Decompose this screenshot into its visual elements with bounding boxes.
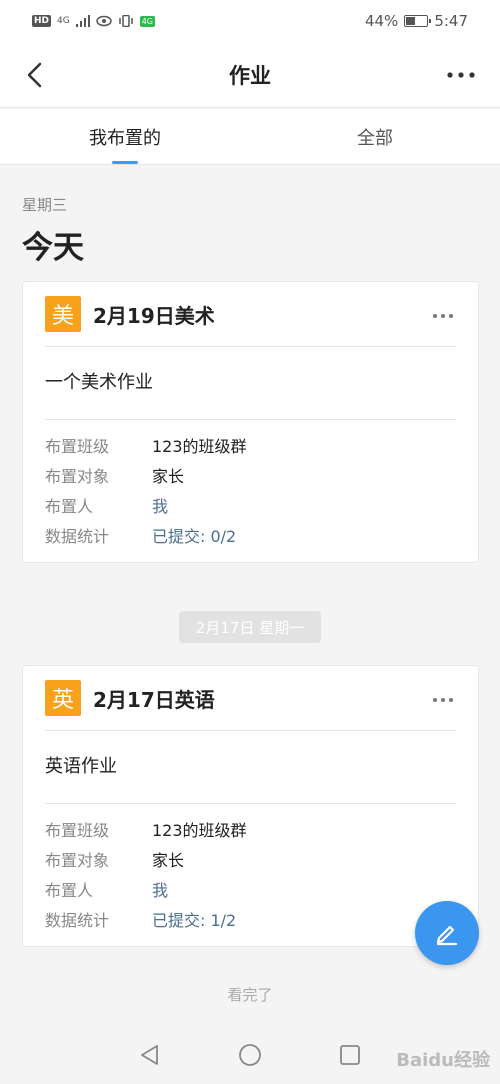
chevron-left-icon[interactable] xyxy=(22,60,52,90)
clock: 5:47 xyxy=(434,12,468,30)
info-label: 布置人 xyxy=(45,497,94,516)
info-label: 数据统计 xyxy=(45,911,110,930)
nav-bar: 作业 xyxy=(0,42,500,108)
info-row-class: 布置班级 123的班级群 xyxy=(45,814,456,844)
info-value[interactable]: 我 xyxy=(152,493,168,517)
info-label: 布置人 xyxy=(45,881,94,900)
info-label: 布置班级 xyxy=(45,821,110,840)
info-row-assigner: 布置人 我 xyxy=(45,490,456,520)
info-value[interactable]: 已提交: 1/2 xyxy=(152,907,236,931)
subject-badge: 英 xyxy=(45,680,81,716)
more-horizontal-icon[interactable] xyxy=(432,690,454,710)
create-homework-button[interactable] xyxy=(415,901,479,965)
date-separator: 2月17日 星期一 xyxy=(179,611,321,643)
today-heading: 今天 xyxy=(22,230,84,266)
battery-fill xyxy=(406,17,416,25)
homework-card[interactable]: 美 2月19日美术 一个美术作业 布置班级 123的班级群 布置对象 家长 布置… xyxy=(22,281,479,563)
pencil-icon xyxy=(436,925,458,946)
info-row-stats: 数据统计 已提交: 0/2 xyxy=(45,520,456,550)
info-label: 数据统计 xyxy=(45,527,110,546)
baidu-watermark: Baidu经验 xyxy=(396,1050,490,1071)
tab-all[interactable]: 全部 xyxy=(250,109,500,164)
weekday-label: 星期三 xyxy=(22,196,68,214)
status-right: 44% 5:47 xyxy=(365,12,468,30)
recents-square-icon[interactable] xyxy=(338,1043,362,1067)
info-row-target: 布置对象 家长 xyxy=(45,844,456,874)
info-label: 布置对象 xyxy=(45,851,110,870)
more-horizontal-icon[interactable] xyxy=(446,63,476,87)
network-chip: 4G xyxy=(139,15,156,27)
info-label: 布置班级 xyxy=(45,437,110,456)
vibrate-icon xyxy=(118,15,133,27)
info-row-class: 布置班级 123的班级群 xyxy=(45,430,456,460)
info-row-stats: 数据统计 已提交: 1/2 xyxy=(45,904,456,934)
card-description: 一个美术作业 xyxy=(45,372,153,393)
info-list: 布置班级 123的班级群 布置对象 家长 布置人 我 数据统计 已提交: 0/2 xyxy=(23,420,478,562)
signal-icon xyxy=(75,15,90,27)
info-value: 家长 xyxy=(152,851,185,870)
page-title: 作业 xyxy=(229,63,271,88)
tab-bar: 我布置的 全部 xyxy=(0,109,500,165)
card-header: 英 2月17日英语 xyxy=(23,666,478,730)
eye-icon xyxy=(95,15,112,27)
info-row-target: 布置对象 家长 xyxy=(45,460,456,490)
info-label: 布置对象 xyxy=(45,467,110,486)
home-circle-icon[interactable] xyxy=(238,1043,262,1067)
tab-assigned-by-me[interactable]: 我布置的 xyxy=(0,109,250,164)
status-bar: HD 4G 4G 44% 5:47 xyxy=(0,0,500,42)
info-value[interactable]: 我 xyxy=(152,877,168,901)
subject-badge: 美 xyxy=(45,296,81,332)
card-title: 2月19日美术 xyxy=(93,303,215,328)
info-value[interactable]: 已提交: 0/2 xyxy=(152,523,236,547)
card-description: 英语作业 xyxy=(45,756,117,777)
info-list: 布置班级 123的班级群 布置对象 家长 布置人 我 数据统计 已提交: 1/2 xyxy=(23,804,478,946)
homework-card[interactable]: 英 2月17日英语 英语作业 布置班级 123的班级群 布置对象 家长 布置人 … xyxy=(22,665,479,947)
info-value: 家长 xyxy=(152,467,185,486)
back-triangle-icon[interactable] xyxy=(138,1043,162,1067)
hd-badge: HD xyxy=(32,15,52,27)
info-row-assigner: 布置人 我 xyxy=(45,874,456,904)
end-of-list-text: 看完了 xyxy=(227,986,273,1004)
card-header: 美 2月19日美术 xyxy=(23,282,478,346)
network-type: 4G xyxy=(57,16,70,26)
battery-icon xyxy=(404,15,432,27)
info-value: 123的班级群 xyxy=(152,437,247,456)
info-value: 123的班级群 xyxy=(152,821,247,840)
status-left: HD 4G 4G xyxy=(32,15,156,27)
more-horizontal-icon[interactable] xyxy=(432,306,454,326)
card-title: 2月17日英语 xyxy=(93,687,215,712)
battery-percent: 44% xyxy=(364,12,399,30)
